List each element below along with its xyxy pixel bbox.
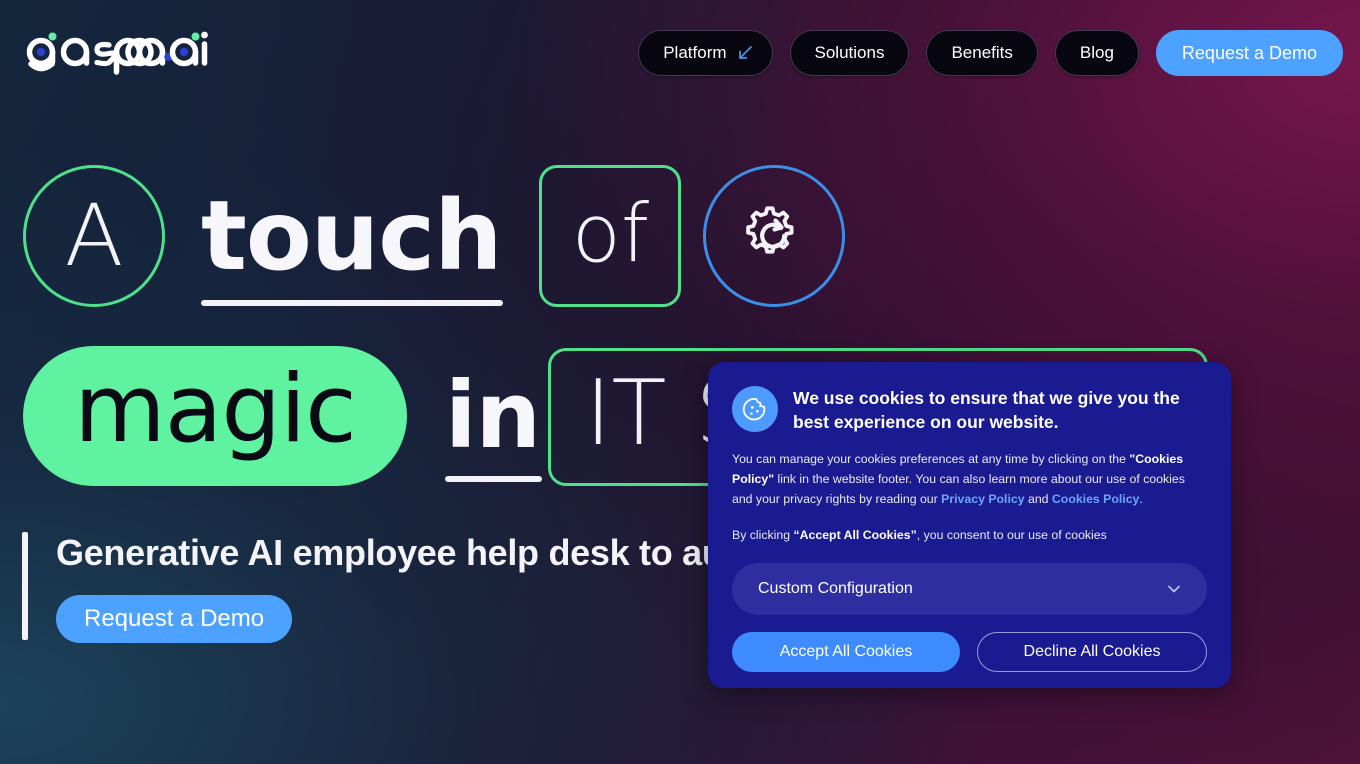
nav-item-label: Platform — [663, 43, 727, 62]
cookie-dialog-actions: Accept All Cookies Decline All Cookies — [732, 632, 1207, 673]
header-request-demo-button[interactable]: Request a Demo — [1155, 30, 1343, 76]
cookie-dialog-title: We use cookies to ensure that we give yo… — [793, 388, 1180, 433]
nav-item-solutions[interactable]: Solutions — [789, 30, 910, 76]
hero-token-of: of — [539, 165, 682, 307]
hero-token-in: in — [431, 370, 554, 482]
brand-logo[interactable] — [22, 24, 208, 80]
accent-bar — [22, 532, 28, 640]
arrow-down-left-icon — [736, 44, 754, 62]
custom-configuration-select[interactable]: Custom Configuration — [732, 563, 1207, 616]
cookie-icon — [732, 386, 778, 432]
cookie-body-and: and — [1024, 492, 1052, 507]
hero-token-magic: magic — [23, 346, 407, 486]
gear-refresh-icon — [703, 165, 846, 307]
hero-token-touch: touch — [187, 188, 515, 306]
page-background: Platform Solutions Benefits Blog Request… — [0, 0, 1360, 764]
cookies-policy-link[interactable]: Cookies Policy — [1052, 492, 1139, 506]
hero-subheading-block: Generative AI employee help desk to auto… — [22, 532, 769, 644]
hero-request-demo-button[interactable]: Request a Demo — [56, 595, 293, 644]
decline-all-cookies-button[interactable]: Decline All Cookies — [977, 632, 1207, 673]
privacy-policy-link[interactable]: Privacy Policy — [941, 492, 1024, 506]
cookie-body-text-1: You can manage your cookies preferences … — [732, 452, 1130, 467]
nav-item-label: Blog — [1079, 43, 1114, 62]
hero-headline-line-2: magic in — [23, 345, 554, 487]
cookie-dialog-header: We use cookies to ensure that we give yo… — [732, 384, 1207, 434]
hero-subheading-content: Generative AI employee help desk to auto… — [56, 532, 769, 644]
gasparai-logo-icon — [26, 31, 208, 75]
nav-item-label: Benefits — [951, 43, 1013, 62]
nav-item-blog[interactable]: Blog — [1054, 30, 1139, 76]
cookie-body-end: . — [1139, 492, 1143, 507]
nav-item-platform[interactable]: Platform — [638, 30, 773, 76]
cookie-consent-dialog: We use cookies to ensure that we give yo… — [708, 362, 1231, 688]
site-header: Platform Solutions Benefits Blog Request… — [0, 0, 1360, 104]
chevron-down-icon — [1165, 580, 1183, 598]
cookie-dialog-consent-note: By clicking “Accept All Cookies”, you co… — [732, 526, 1207, 544]
hero-subheading: Generative AI employee help desk to auto… — [56, 532, 769, 573]
nav-item-benefits[interactable]: Benefits — [926, 30, 1038, 76]
cookie-dialog-body: You can manage your cookies preferences … — [732, 450, 1207, 510]
consent-text-2: , you consent to our use of cookies — [916, 528, 1107, 542]
custom-configuration-value: Custom Configuration — [758, 580, 913, 598]
hero-token-a: A — [23, 165, 165, 307]
nav-item-label: Solutions — [814, 43, 885, 62]
accept-all-cookies-button[interactable]: Accept All Cookies — [732, 632, 960, 673]
consent-text-1: By clicking — [732, 528, 794, 542]
consent-bold: “Accept All Cookies” — [793, 528, 917, 542]
main-navigation: Platform Solutions Benefits Blog Request… — [638, 30, 1343, 76]
hero-headline-line-1: A touch of — [23, 164, 846, 308]
